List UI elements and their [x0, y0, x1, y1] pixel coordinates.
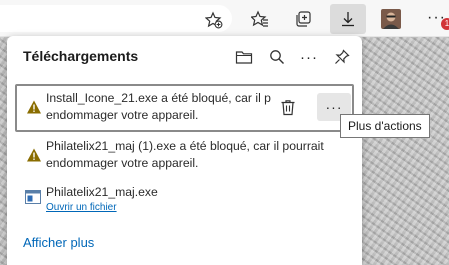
folder-icon[interactable] [233, 46, 255, 68]
notification-badge: 1 [441, 18, 449, 30]
download-item[interactable]: Philatelix21_maj (1).exe a été bloqué, c… [15, 134, 354, 184]
favorites-icon[interactable] [245, 4, 275, 34]
browser-toolbar: ··· 1 [0, 0, 449, 37]
panel-title: Téléchargements [23, 48, 139, 64]
star-add-icon[interactable] [199, 5, 229, 35]
download-status-line1: Philatelix21_maj (1).exe a été bloqué, c… [46, 139, 324, 153]
show-more-link[interactable]: Afficher plus [23, 235, 94, 250]
download-filename: Philatelix21_maj.exe [46, 185, 158, 199]
download-status-line2: endommager votre appareil. [46, 108, 199, 122]
trash-icon [281, 99, 295, 115]
profile-avatar[interactable] [381, 9, 401, 29]
more-actions-tooltip: Plus d'actions [340, 114, 430, 138]
download-status-line2: endommager votre appareil. [46, 156, 199, 170]
warning-icon [27, 100, 41, 114]
warning-icon [27, 148, 41, 162]
search-icon[interactable] [266, 46, 288, 68]
pin-icon[interactable] [331, 46, 353, 68]
downloads-panel: Téléchargements ··· Install_Icone_21.exe… [7, 36, 362, 265]
download-item[interactable]: Philatelix21_maj.exe Ouvrir un fichier [15, 182, 354, 222]
downloads-icon[interactable] [330, 4, 366, 34]
download-item[interactable]: Install_Icone_21.exe a été bloqué, car i… [15, 84, 354, 132]
more-options-icon[interactable]: ··· [298, 46, 320, 68]
exe-file-icon [25, 190, 41, 204]
address-bar[interactable] [0, 5, 232, 32]
download-status-line1: Install_Icone_21.exe a été bloqué, car i… [46, 91, 271, 105]
delete-button[interactable] [275, 94, 301, 120]
collections-icon[interactable] [288, 4, 318, 34]
open-file-link[interactable]: Ouvrir un fichier [46, 202, 117, 213]
